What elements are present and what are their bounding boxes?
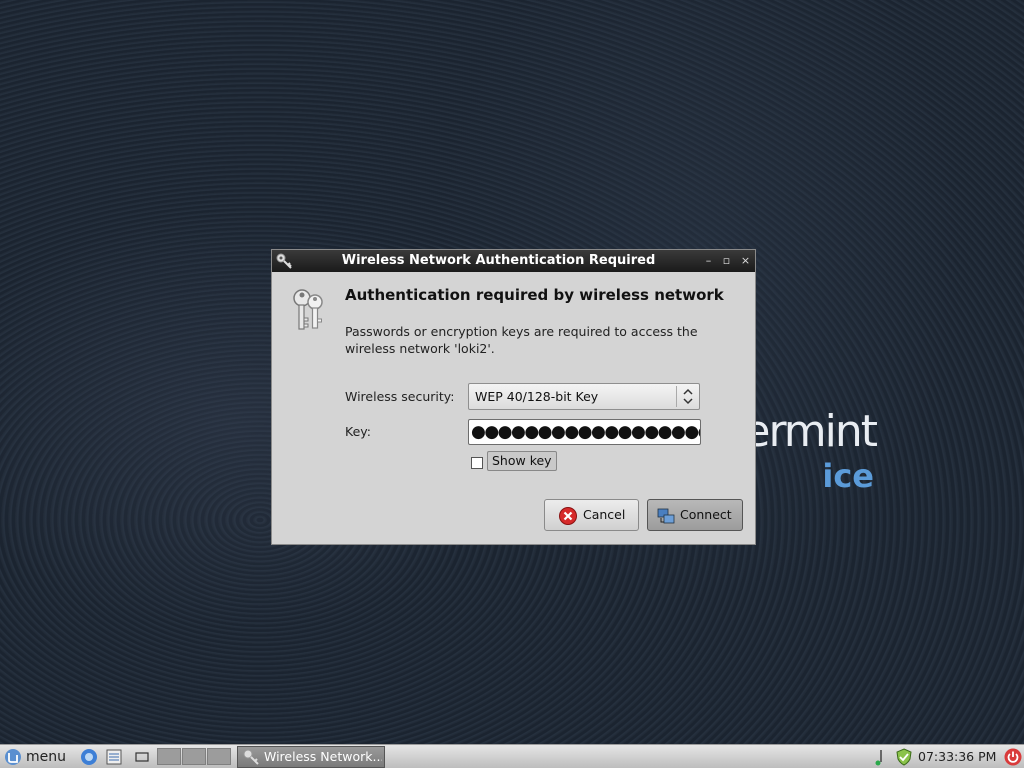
power-icon[interactable] (1004, 748, 1022, 766)
taskbar: menu Wireless Network... 07:33:36 PM (0, 744, 1024, 768)
menu-button[interactable]: menu (2, 746, 72, 768)
taskbar-window-label: Wireless Network... (264, 749, 382, 764)
cancel-icon (559, 507, 577, 525)
maximize-button[interactable]: ▫ (719, 253, 734, 268)
wireless-security-value: WEP 40/128-bit Key (475, 389, 599, 404)
file-manager-icon[interactable] (105, 748, 123, 766)
cancel-button[interactable]: Cancel (544, 499, 639, 531)
wallpaper-logo: ermint ice (743, 408, 882, 498)
clock[interactable]: 07:33:36 PM (918, 745, 996, 768)
workspace-3[interactable] (207, 748, 231, 765)
taskbar-window-item[interactable]: Wireless Network... (237, 746, 385, 768)
connect-button-label: Connect (680, 507, 732, 522)
minimize-button[interactable]: – (701, 253, 716, 268)
network-tray-icon[interactable] (872, 748, 890, 766)
show-desktop-icon[interactable] (133, 748, 151, 766)
close-button[interactable]: × (738, 253, 753, 268)
mint-logo-icon (5, 749, 21, 765)
wireless-security-select[interactable]: WEP 40/128-bit Key (468, 383, 700, 410)
connect-button[interactable]: Connect (647, 499, 743, 531)
key-input[interactable]: ●●●●●●●●●●●●●●●●●●●● (468, 419, 701, 445)
wallpaper-logo-sub: ice (822, 457, 874, 495)
dialog-title: Wireless Network Authentication Required (341, 253, 656, 268)
updown-arrow-icon (676, 386, 693, 407)
dialog-description: Passwords or encryption keys are require… (345, 324, 698, 356)
keys-icon (293, 289, 323, 330)
wallpaper-logo-text: ermint (743, 406, 878, 457)
key-label: Key: (345, 424, 371, 439)
cancel-button-label: Cancel (583, 507, 626, 522)
key-input-value: ●●●●●●●●●●●●●●●●●●●● (471, 422, 700, 442)
workspace-2[interactable] (182, 748, 206, 765)
desktop: ermint ice Wireless Network Authenticati… (0, 0, 1024, 744)
key-icon (243, 749, 259, 765)
key-icon (276, 253, 292, 269)
show-key-label[interactable]: Show key (487, 451, 557, 471)
shield-icon[interactable] (895, 748, 913, 766)
wireless-security-label: Wireless security: (345, 389, 455, 404)
show-key-checkbox[interactable] (471, 457, 483, 469)
browser-icon[interactable] (80, 748, 98, 766)
dialog-titlebar[interactable]: Wireless Network Authentication Required… (272, 250, 755, 272)
workspace-1[interactable] (157, 748, 181, 765)
dialog-heading: Authentication required by wireless netw… (345, 286, 724, 304)
menu-label: menu (26, 749, 66, 765)
network-icon (657, 508, 675, 524)
auth-dialog: Wireless Network Authentication Required… (271, 249, 756, 545)
